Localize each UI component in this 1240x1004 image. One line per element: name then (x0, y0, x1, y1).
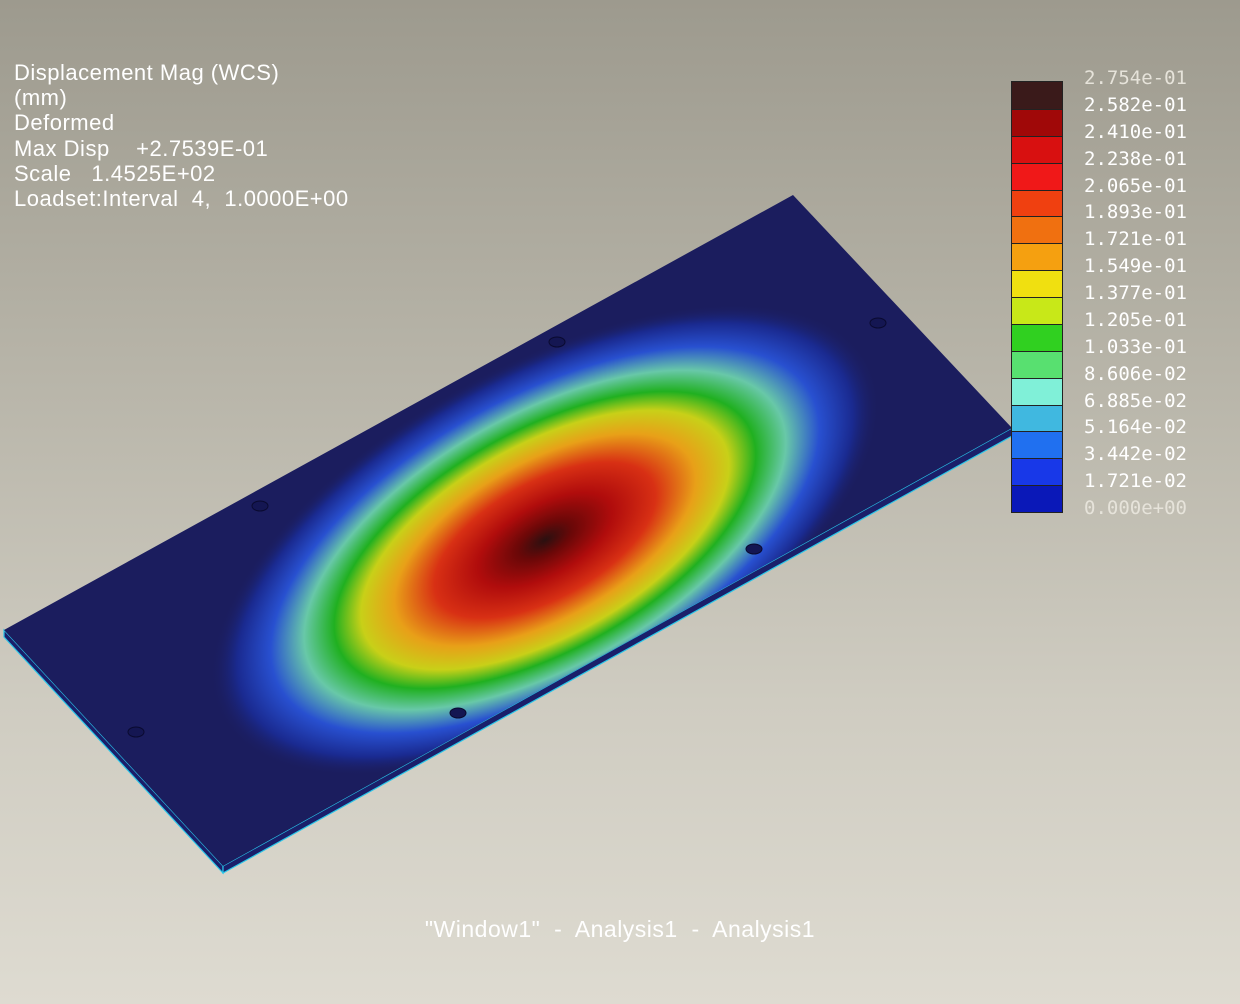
legend-swatch (1012, 404, 1062, 432)
result-units: (mm) (14, 85, 68, 111)
mounting-hole (127, 726, 145, 738)
legend-swatch (1012, 243, 1062, 271)
legend-label: 3.442e-02 (1084, 443, 1187, 466)
legend-swatch (1012, 189, 1062, 217)
legend-label: 2.754e-01 (1084, 67, 1187, 89)
legend-swatch (1012, 216, 1062, 244)
legend-swatch (1012, 162, 1062, 190)
legend-label: 2.410e-01 (1084, 120, 1187, 143)
legend-swatch (1012, 270, 1062, 297)
loadset-interval: Loadset:Interval 4, 1.0000E+00 (14, 186, 349, 212)
legend-label: 2.065e-01 (1084, 174, 1187, 197)
legend-label: 1.377e-01 (1084, 282, 1187, 304)
legend-swatch (1012, 377, 1062, 405)
legend-label: 1.893e-01 (1084, 201, 1187, 224)
legend-swatch (1012, 350, 1062, 378)
legend-swatch (1012, 485, 1062, 512)
max-displacement: Max Disp +2.7539E-01 (14, 135, 269, 161)
result-info: Displacement Mag (WCS) (mm) Deformed Max… (14, 60, 349, 211)
mounting-hole (449, 707, 467, 719)
legend-label: 0.000e+00 (1084, 497, 1187, 519)
legend-swatch (1012, 108, 1062, 136)
legend-label: 1.721e-01 (1084, 228, 1187, 251)
window-caption: "Window1" - Analysis1 - Analysis1 (424, 916, 816, 942)
color-legend-bar (1011, 81, 1063, 513)
legend-swatch (1012, 323, 1062, 351)
deformation-scale: Scale 1.4525E+02 (14, 160, 216, 186)
legend-label: 8.606e-02 (1084, 362, 1187, 385)
legend-label: 2.582e-01 (1084, 93, 1187, 116)
legend-label: 1.033e-01 (1084, 335, 1187, 358)
legend-label: 1.549e-01 (1084, 255, 1187, 278)
mounting-hole (548, 336, 566, 348)
mounting-hole (251, 500, 269, 512)
legend-label: 6.885e-02 (1084, 389, 1187, 412)
legend-swatch (1012, 297, 1062, 324)
legend-swatch (1012, 431, 1062, 459)
legend-label: 1.721e-02 (1084, 470, 1187, 493)
result-mode: Deformed (14, 110, 115, 136)
legend-label: 2.238e-01 (1084, 147, 1187, 170)
mounting-hole (869, 317, 887, 329)
legend-label: 1.205e-01 (1084, 308, 1187, 331)
legend-swatch (1012, 458, 1062, 486)
legend-label: 5.164e-02 (1084, 416, 1187, 439)
legend-swatch (1012, 135, 1062, 163)
legend-swatch (1012, 82, 1062, 109)
mounting-hole (745, 543, 763, 555)
result-quantity: Displacement Mag (WCS) (14, 60, 280, 85)
